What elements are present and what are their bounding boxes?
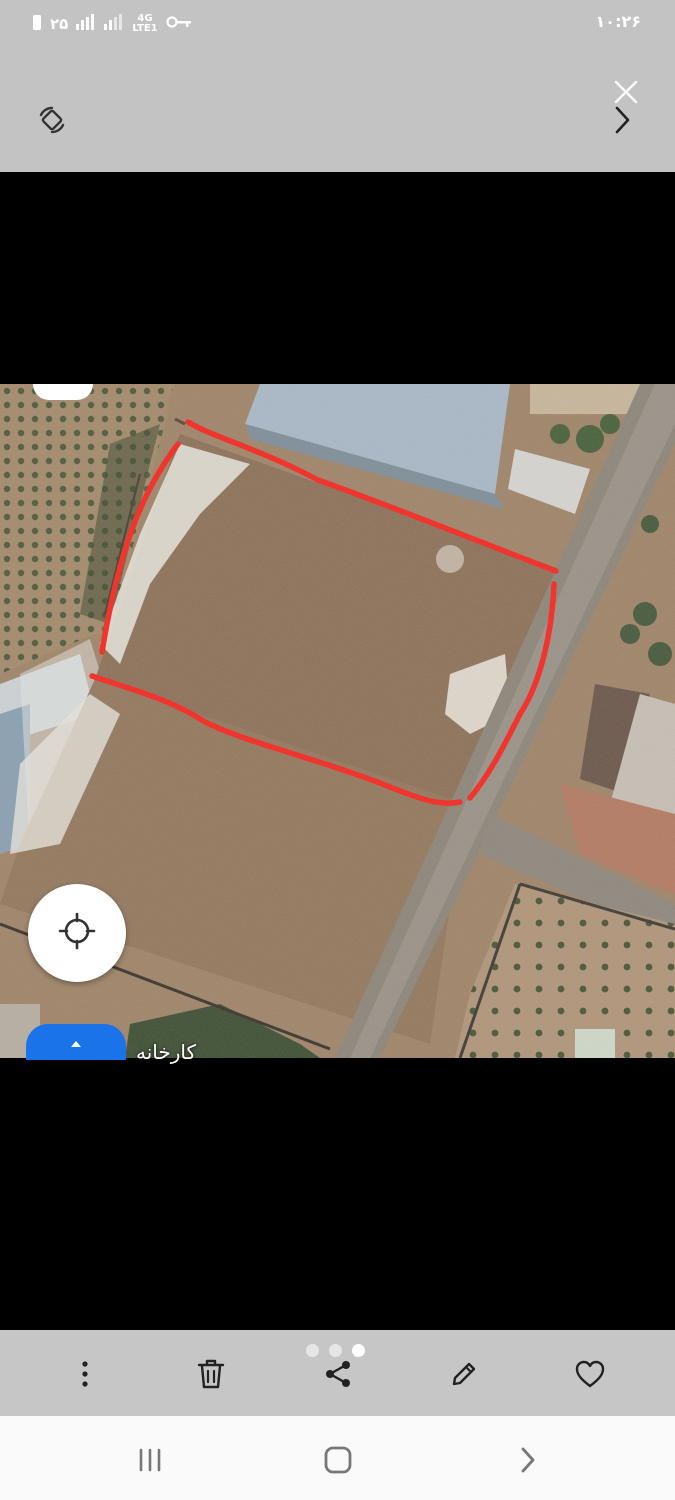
image-viewer[interactable] xyxy=(0,172,675,1330)
back-icon xyxy=(518,1446,538,1478)
status-number: ۲۵ xyxy=(50,15,69,33)
share-button[interactable] xyxy=(313,1352,363,1400)
share-icon xyxy=(323,1359,353,1393)
edit-button[interactable] xyxy=(439,1352,489,1400)
map-place-label: کارخانه xyxy=(136,1040,197,1064)
map-control-top xyxy=(33,384,93,400)
my-location-button[interactable] xyxy=(28,884,126,982)
favorite-button[interactable] xyxy=(565,1352,615,1400)
signal-icon-1 xyxy=(76,14,96,34)
signal-icon-2 xyxy=(104,14,124,34)
status-left: ۲۵ 4G LTE1 xyxy=(32,12,192,36)
home-button[interactable] xyxy=(310,1440,366,1484)
back-button[interactable] xyxy=(500,1440,556,1484)
home-icon xyxy=(323,1445,353,1479)
rotate-icon xyxy=(35,103,69,141)
rotate-button[interactable] xyxy=(30,100,74,144)
battery-saver-icon xyxy=(32,13,42,35)
status-bar: ۲۵ 4G LTE1 ۱۰:۲۶ xyxy=(0,0,675,46)
status-time: ۱۰:۲۶ xyxy=(595,12,641,31)
heart-icon xyxy=(574,1359,606,1393)
trash-icon xyxy=(196,1358,226,1394)
network-type: 4G LTE1 xyxy=(132,14,157,34)
recents-button[interactable] xyxy=(122,1440,178,1484)
top-bar: ۲۵ 4G LTE1 ۱۰:۲۶ xyxy=(0,0,675,172)
pencil-icon xyxy=(449,1359,479,1393)
key-icon xyxy=(166,15,192,33)
crosshair-icon xyxy=(57,911,97,955)
recents-icon xyxy=(136,1448,164,1476)
more-options-button[interactable] xyxy=(60,1352,110,1400)
directions-fab[interactable] xyxy=(26,1024,126,1060)
chevron-right-icon xyxy=(611,105,633,139)
next-button[interactable] xyxy=(600,100,644,144)
network-type-bottom: LTE1 xyxy=(132,23,158,34)
delete-button[interactable] xyxy=(186,1352,236,1400)
navigation-arrow-icon xyxy=(69,1034,83,1060)
more-vert-icon xyxy=(81,1359,89,1393)
